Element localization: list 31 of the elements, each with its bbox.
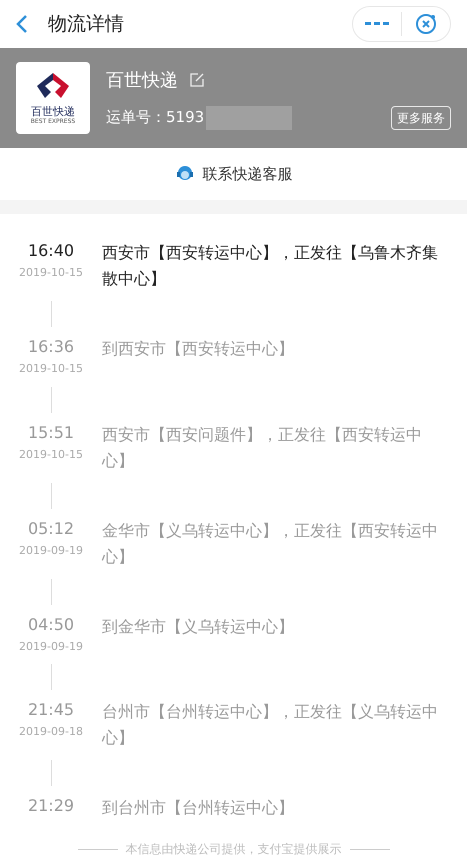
event-description: 到台州市【台州转运中心】 — [102, 797, 295, 819]
edit-icon[interactable] — [190, 73, 204, 87]
event-date: 2019-09-19 — [19, 638, 83, 654]
back-icon[interactable] — [16, 14, 28, 34]
event-description: 台州市【台州转运中心】，正发往【义乌转运中心】 — [102, 701, 439, 749]
event-description: 西安市【西安转运中心】，正发往【乌鲁木齐集散中心】 — [102, 242, 439, 290]
waybill-number: 5193 — [166, 107, 204, 128]
event-time: 21:45 — [28, 699, 74, 721]
page-title: 物流详情 — [48, 12, 124, 37]
event-description: 金华市【义乌转运中心】，正发往【西安转运中心】 — [102, 520, 439, 568]
contact-courier-link[interactable]: 联系快递客服 — [202, 162, 292, 186]
event-date: 2019-09-18 — [19, 724, 83, 740]
waybill-label: 运单号： — [106, 107, 166, 128]
event-time: 15:51 — [28, 422, 74, 444]
more-icon[interactable] — [365, 21, 389, 27]
footer-note: 本信息由快递公司提供，支付宝提供展示 — [126, 841, 342, 858]
event-date: 2019-10-15 — [19, 265, 83, 281]
close-icon[interactable] — [414, 12, 438, 36]
event-description: 西安市【西安问题件】，正发往【西安转运中心】 — [102, 424, 423, 472]
event-time: 21:29 — [28, 795, 74, 817]
event-date: 2019-10-15 — [19, 446, 83, 462]
event-date: 2019-09-19 — [19, 542, 83, 558]
event-time: 16:36 — [28, 336, 74, 358]
event-description: 到金华市【义乌转运中心】 — [102, 616, 295, 638]
event-date: 2019-10-15 — [19, 361, 83, 377]
event-time: 04:50 — [28, 614, 74, 636]
logo-text: 百世快递 — [31, 106, 75, 116]
event-description: 到西安市【西安转运中心】 — [102, 338, 295, 360]
event-time: 05:12 — [28, 518, 74, 540]
company-name: 百世快递 — [106, 68, 178, 92]
event-time: 16:40 — [28, 240, 74, 262]
